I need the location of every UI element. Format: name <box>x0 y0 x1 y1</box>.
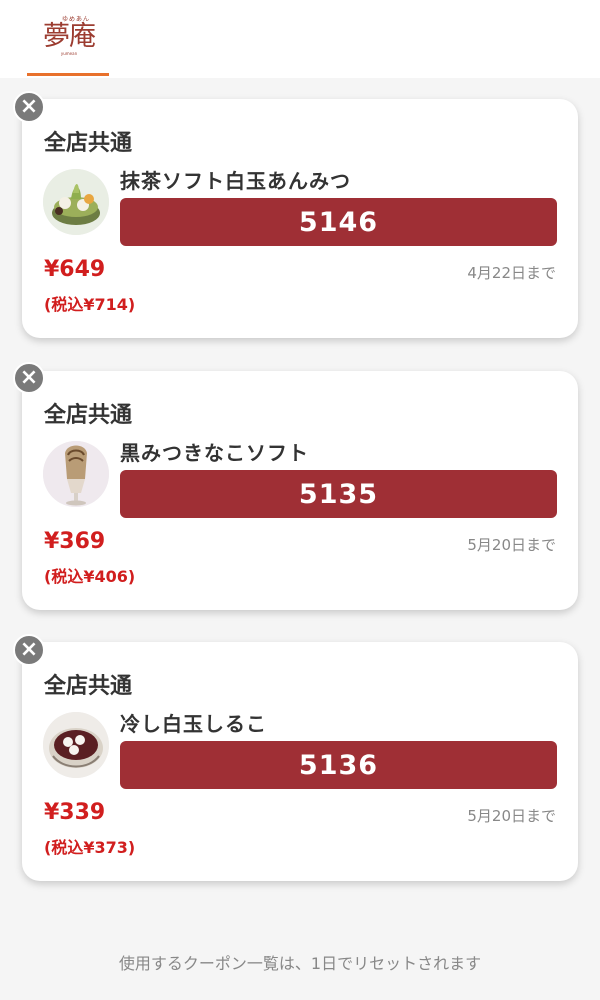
coupon-code: 5135 <box>120 470 557 518</box>
tax-included-price: (税込¥406) <box>44 567 136 586</box>
expiry-date: 4月22日まで <box>467 264 556 282</box>
kinako-soft-image <box>43 441 109 507</box>
store-label: 全店共通 <box>44 131 133 156</box>
close-icon[interactable]: × <box>13 634 45 666</box>
coupon-code: 5146 <box>120 198 557 246</box>
price: ¥369 <box>44 529 106 554</box>
expiry-date: 5月20日まで <box>467 536 556 554</box>
tab-indicator <box>27 73 109 76</box>
close-icon[interactable]: × <box>13 362 45 394</box>
price: ¥649 <box>44 257 106 282</box>
item-name: 冷し白玉しるこ <box>120 712 267 736</box>
item-name: 抹茶ソフト白玉あんみつ <box>120 169 351 193</box>
app-header: ゆめあん 夢庵 yumean <box>0 0 600 78</box>
matcha-anmitsu-image <box>43 169 109 235</box>
store-label: 全店共通 <box>44 403 133 428</box>
coupon-card[interactable]: 全店共通 冷し白玉しるこ 5136 ¥339 (税込¥373) 5月20日まで <box>22 642 578 881</box>
store-label: 全店共通 <box>44 674 133 699</box>
tax-included-price: (税込¥714) <box>44 295 136 314</box>
reset-notice: 使用するクーポン一覧は、1日でリセットされます <box>118 954 482 973</box>
item-name: 黒みつきなこソフト <box>120 441 309 465</box>
yumean-logo[interactable]: ゆめあん 夢庵 yumean <box>34 16 104 60</box>
close-icon[interactable]: × <box>13 91 45 123</box>
shiratama-shiruko-image <box>43 712 109 778</box>
price: ¥339 <box>44 800 106 825</box>
coupon-card[interactable]: 全店共通 抹茶ソフト白玉あんみつ 5146 ¥649 (税込¥714) 4月22… <box>22 99 578 338</box>
tax-included-price: (税込¥373) <box>44 838 136 857</box>
coupon-card[interactable]: 全店共通 黒みつきなこソフト 5135 ¥369 (税込¥406) 5月20日ま… <box>22 371 578 610</box>
expiry-date: 5月20日まで <box>467 807 556 825</box>
coupon-code: 5136 <box>120 741 557 789</box>
logo-text: 夢庵 <box>43 21 96 52</box>
